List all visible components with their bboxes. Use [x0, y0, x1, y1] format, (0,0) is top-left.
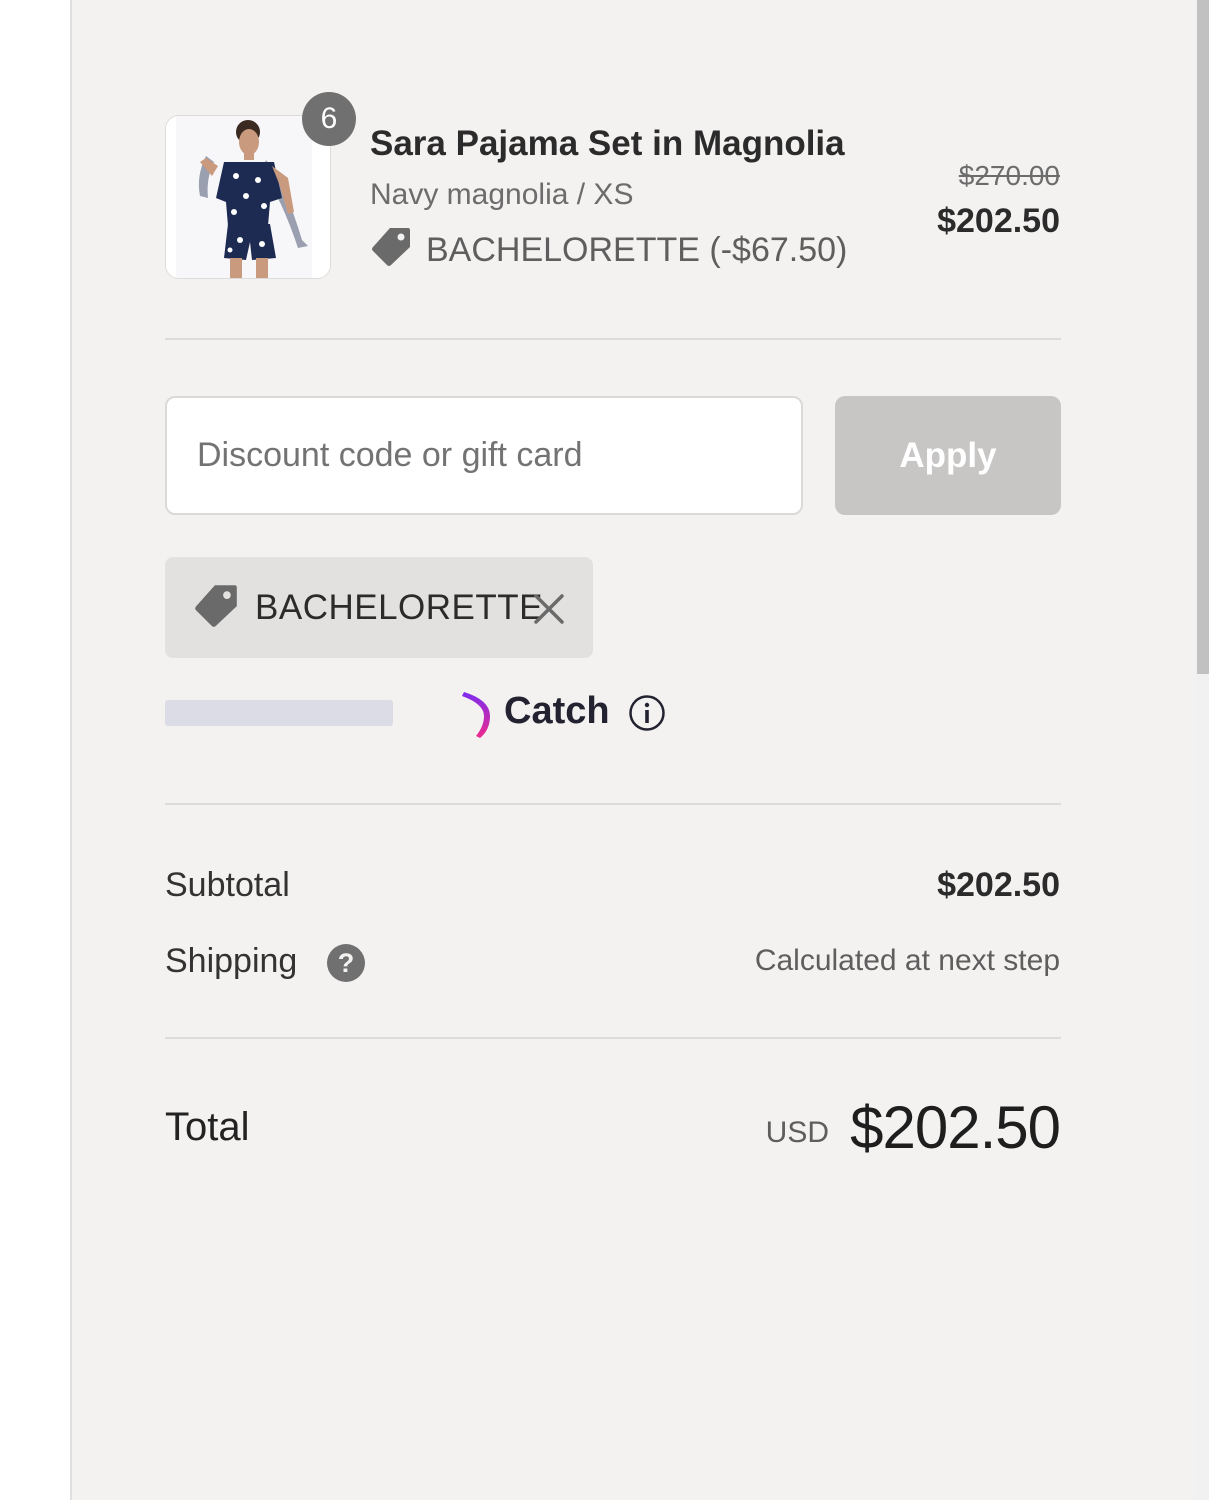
- total-value: $202.50: [850, 1094, 1061, 1161]
- product-thumbnail: [165, 115, 331, 279]
- product-image: [166, 116, 330, 278]
- product-variant: Navy magnolia / XS: [370, 178, 634, 211]
- divider: [165, 803, 1061, 805]
- loading-placeholder: [165, 700, 393, 726]
- subtotal-value: $202.50: [937, 866, 1060, 904]
- product-discount-label: BACHELORETTE (-$67.50): [426, 230, 848, 269]
- apply-button[interactable]: Apply: [835, 396, 1061, 515]
- tag-icon: [193, 582, 239, 633]
- total-label: Total: [165, 1105, 250, 1149]
- quantity-badge: 6: [302, 92, 356, 146]
- catch-logo-icon: [460, 688, 496, 740]
- product-discount: BACHELORETTE (-$67.50): [370, 227, 848, 272]
- applied-discount-chip: BACHELORETTE: [165, 557, 593, 658]
- catch-label: Catch: [504, 690, 610, 732]
- close-icon[interactable]: [530, 590, 568, 628]
- page-background: [0, 0, 70, 1500]
- tag-icon: [370, 225, 412, 276]
- discount-code-input[interactable]: [165, 396, 803, 515]
- scrollbar-thumb[interactable]: [1197, 0, 1209, 674]
- original-price: $270.00: [958, 160, 1060, 191]
- help-icon[interactable]: ?: [327, 944, 365, 982]
- subtotal-label: Subtotal: [165, 866, 290, 904]
- applied-discount-code: BACHELORETTE: [255, 587, 543, 627]
- product-name: Sara Pajama Set in Magnolia: [370, 124, 845, 163]
- divider: [165, 1037, 1061, 1039]
- total-currency: USD: [765, 1116, 829, 1149]
- discounted-price: $202.50: [937, 202, 1060, 240]
- info-icon[interactable]: [628, 694, 666, 732]
- divider: [165, 338, 1061, 340]
- shipping-value: Calculated at next step: [754, 944, 1060, 977]
- shipping-label: Shipping: [165, 942, 298, 980]
